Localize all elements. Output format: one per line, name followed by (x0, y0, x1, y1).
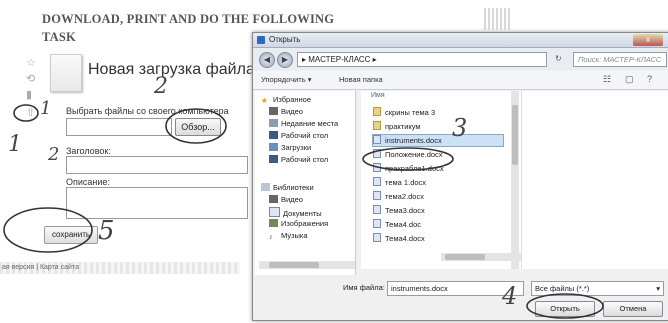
nav-item[interactable]: Библиотеки (261, 183, 314, 192)
back-arrow-icon[interactable]: ◀ (259, 52, 275, 68)
footer-links[interactable]: ая версия | Карта сайта (0, 262, 240, 274)
preview-pane-icon[interactable]: ▢ (625, 74, 634, 85)
description-label: Описание: (66, 177, 110, 187)
chevron-down-icon: ▾ (656, 284, 660, 293)
annotation-number: 2 (48, 144, 60, 165)
folder-icon (373, 121, 381, 130)
list-item[interactable]: Тема3.docx (373, 205, 503, 216)
document-icon (373, 149, 381, 158)
annotation-number: 5 (98, 216, 115, 246)
choose-files-label: Выбрать файлы со своего компьютера (66, 106, 229, 116)
document-icon (373, 135, 381, 144)
images-icon (269, 219, 278, 227)
list-item[interactable]: Тема4.docx (373, 233, 503, 244)
nav-item[interactable]: ♪ Музыка (269, 231, 308, 241)
forward-arrow-icon[interactable]: ▶ (277, 52, 293, 68)
path-breadcrumb[interactable]: ▸ МАСТЕР-КЛАСС ▸ (297, 52, 547, 67)
list-item-selected[interactable]: instruments.docx (372, 134, 504, 147)
library-icon (261, 183, 270, 191)
search-input[interactable]: Поиск: МАСТЕР-КЛАСС (573, 52, 667, 67)
video-icon (269, 195, 278, 203)
document-icon (373, 163, 381, 172)
file-vertical-scrollbar[interactable] (511, 91, 519, 269)
list-item[interactable]: пракрабле1.docx (373, 163, 503, 174)
nav-item[interactable]: Рабочий стол (269, 131, 328, 140)
nav-item[interactable]: Недавние места (269, 119, 338, 128)
refresh-icon[interactable]: ↻ (555, 54, 562, 63)
organize-menu[interactable]: Упорядочить ▾ (261, 75, 311, 84)
dialog-toolbar: Упорядочить ▾ Новая папка ☷ ▢ ? (253, 71, 668, 90)
folder-icon (373, 107, 381, 116)
heading-label: Заголовок: (66, 146, 111, 156)
arrow-up-icon[interactable]: ⇧ (26, 106, 38, 119)
nav-horizontal-scrollbar[interactable] (259, 261, 355, 269)
video-icon (269, 107, 278, 115)
open-button[interactable]: Открыть (535, 301, 595, 317)
document-icon (373, 233, 381, 242)
list-item[interactable]: Положение.docx (373, 149, 503, 160)
name-column-header[interactable]: Имя (371, 92, 385, 99)
browse-button[interactable]: Обзор... (175, 118, 221, 136)
file-path-input[interactable] (66, 118, 172, 136)
filename-label: Имя файла: (343, 283, 385, 292)
help-icon[interactable]: ? (647, 74, 652, 84)
dialog-title: Открыть (269, 35, 301, 44)
desktop-icon (269, 131, 278, 139)
upload-title: Новая загрузка файла (88, 61, 255, 78)
document-icon (373, 177, 381, 186)
dialog-app-icon (257, 36, 265, 44)
documents-icon (269, 207, 280, 217)
recent-icon (269, 119, 278, 127)
filetype-select[interactable]: Все файлы (*.*) ▾ (531, 281, 664, 296)
annotation-number: 1 (8, 132, 22, 157)
preview-pane (521, 91, 668, 269)
open-file-dialog: Открыть x ◀ ▶ ▸ МАСТЕР-КЛАСС ▸ ↻ Поиск: … (252, 32, 668, 321)
decorative-pattern (484, 8, 512, 30)
list-item[interactable]: практикум (373, 121, 503, 132)
trash-icon[interactable]: ▮ (26, 88, 38, 101)
heading-input[interactable] (66, 156, 248, 174)
address-bar: ◀ ▶ ▸ МАСТЕР-КЛАСС ▸ ↻ Поиск: МАСТЕР-КЛА… (253, 48, 668, 70)
music-icon: ♪ (269, 232, 273, 241)
nav-item[interactable]: Загрузки (269, 143, 311, 152)
page-title-line-1: DOWNLOAD, PRINT AND DO THE FOLLOWING (42, 12, 335, 26)
star-icon[interactable]: ☆ (26, 56, 38, 69)
annotation-number: 2 (154, 74, 168, 99)
upload-panel: ☆ ⟲ ▮ ⇧ Новая загрузка файла Выбрать фай… (0, 40, 255, 262)
document-icon (373, 191, 381, 200)
annotation-number: 4 (502, 282, 518, 310)
downloads-icon (269, 143, 278, 151)
close-button[interactable]: x (633, 34, 663, 46)
nav-item[interactable]: Рабочий стол (269, 155, 328, 164)
file-thumbnail (50, 54, 82, 92)
nav-item[interactable]: Документы (269, 207, 322, 218)
dialog-titlebar[interactable]: Открыть x (253, 33, 668, 48)
nav-item[interactable]: Изображения (269, 219, 328, 228)
annotation-number: 1 (40, 98, 52, 119)
save-button[interactable]: сохранить (44, 226, 98, 244)
navigation-pane: ★ Избранное Видео Недавние места Рабочий … (255, 91, 356, 275)
nav-item[interactable]: ★ Избранное (261, 95, 311, 105)
document-icon (373, 219, 381, 228)
new-folder-button[interactable]: Новая папка (339, 75, 383, 84)
cancel-button[interactable]: Отмена (603, 301, 663, 317)
description-textarea[interactable] (66, 187, 248, 219)
view-options-icon[interactable]: ☷ (603, 74, 611, 85)
document-icon (373, 205, 381, 214)
star-icon: ★ (261, 96, 268, 105)
list-item[interactable]: скрины тема 3 (373, 107, 503, 118)
list-item[interactable]: тема 1.docx (373, 177, 503, 188)
list-item[interactable]: Тема4.doc (373, 219, 503, 230)
annotation-number: 3 (452, 114, 468, 142)
nav-item[interactable]: Видео (269, 195, 303, 204)
nav-item[interactable]: Видео (269, 107, 303, 116)
list-item[interactable]: тема2.docx (373, 191, 503, 202)
refresh-icon[interactable]: ⟲ (26, 72, 38, 85)
desktop-icon (269, 155, 278, 163)
